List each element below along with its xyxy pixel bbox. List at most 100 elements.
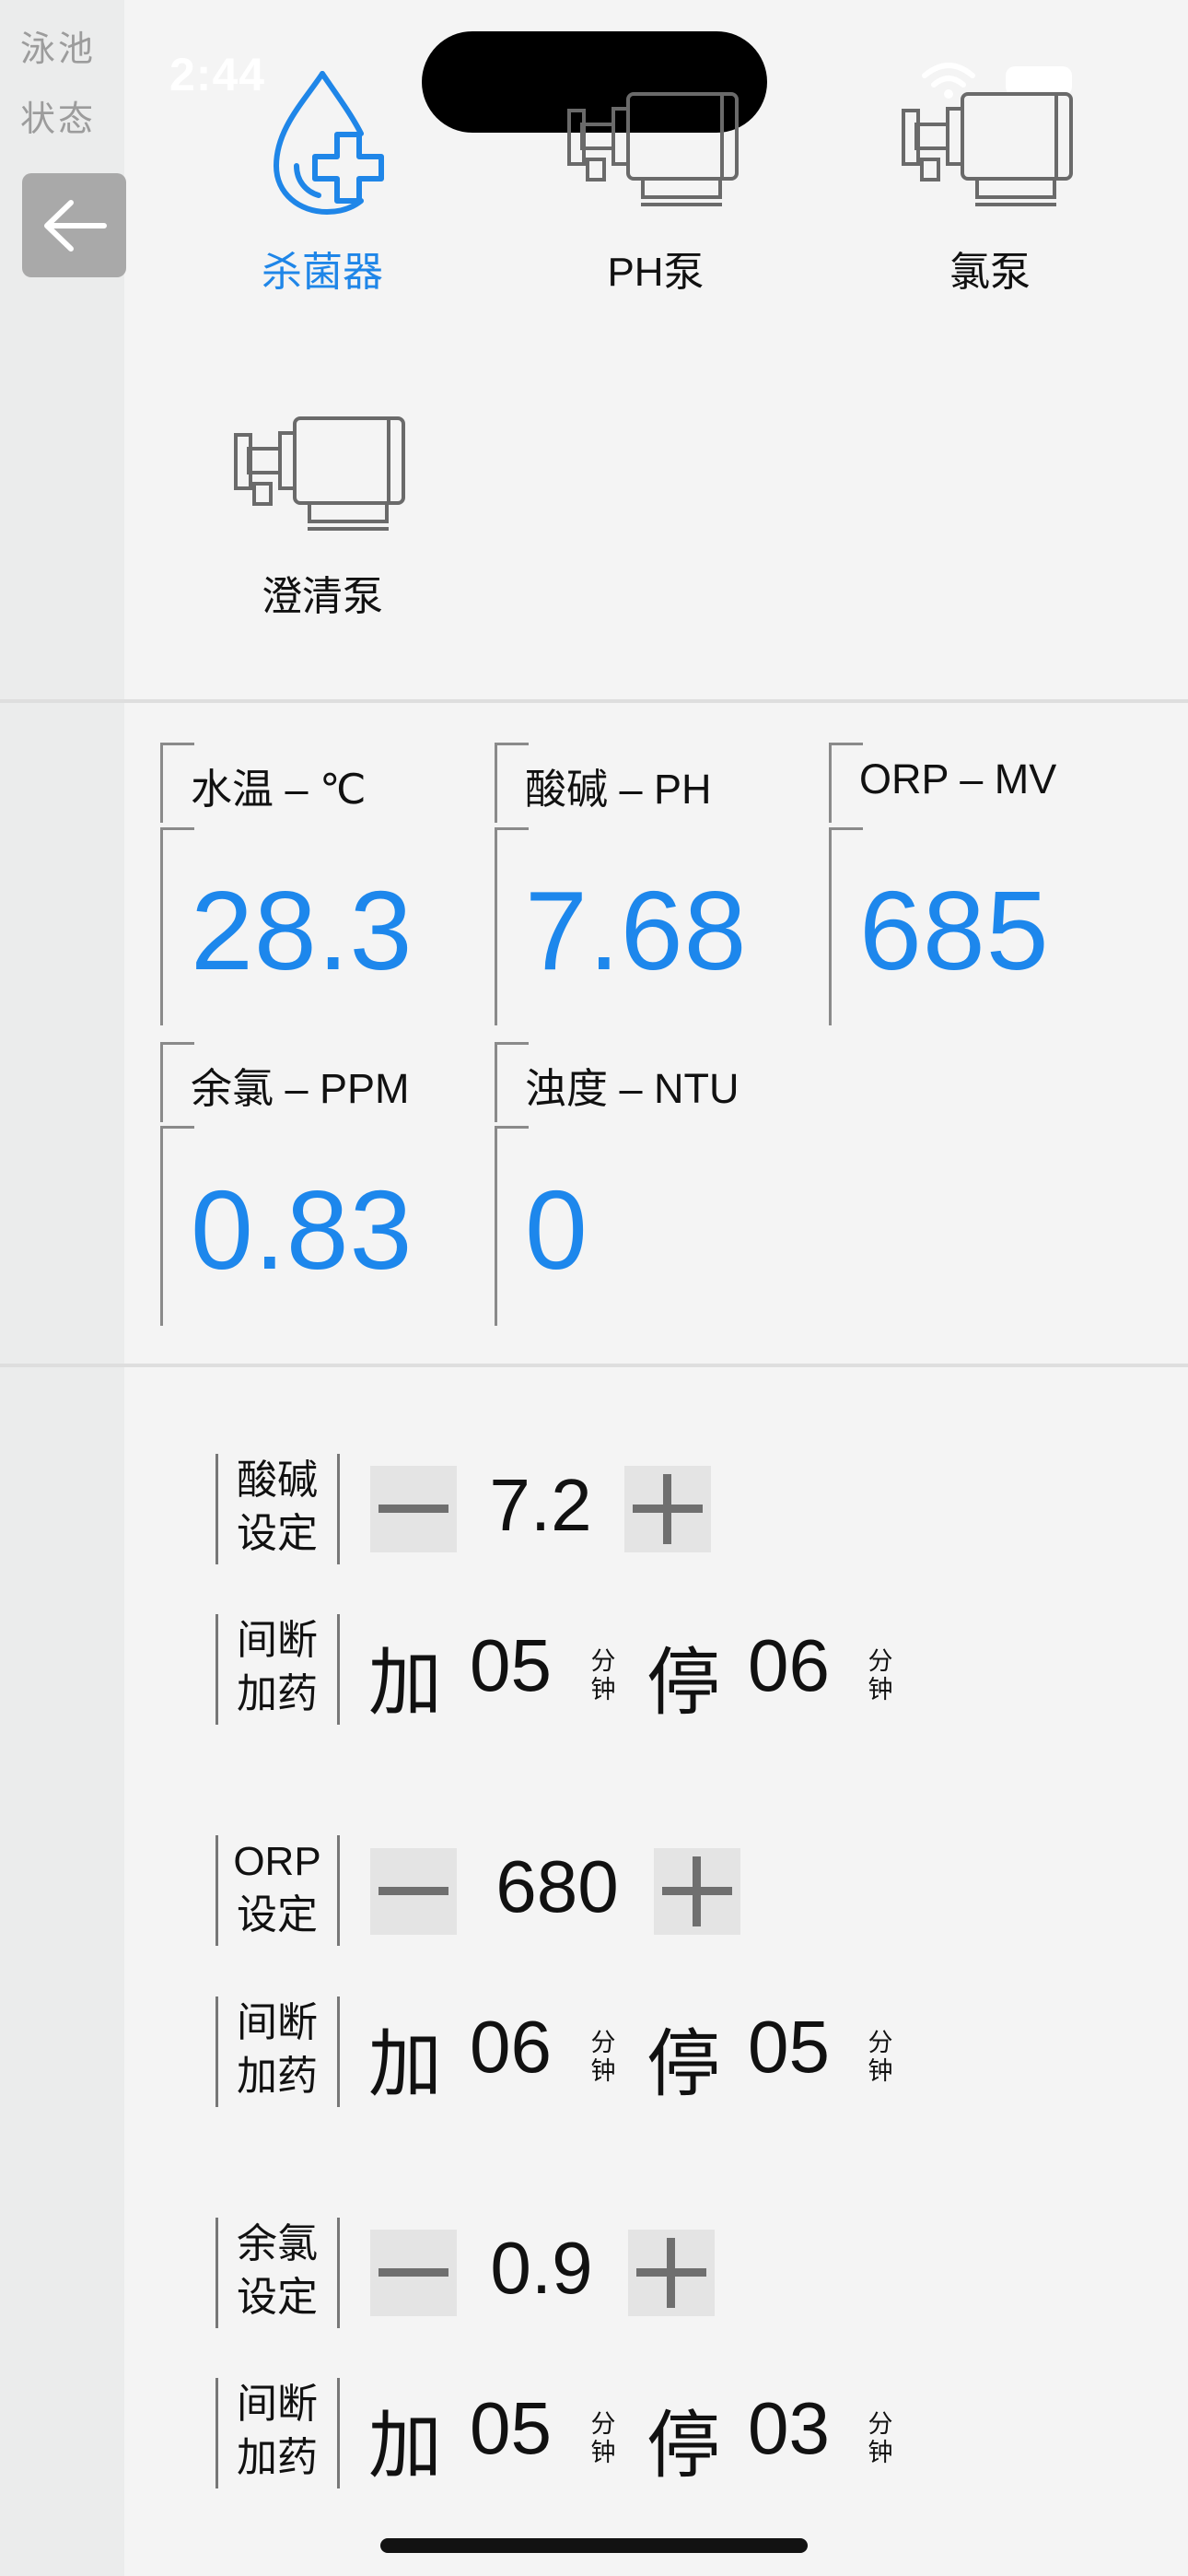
chlorine-setpoint-value: 0.9 — [490, 2227, 593, 2309]
minutes-unit: 分钟 — [590, 2029, 616, 2085]
interval-label-line1: 间断 — [237, 1618, 318, 1663]
device-sterilizer[interactable]: 杀菌器 — [175, 64, 470, 298]
rail-label-pool: 泳池 — [20, 30, 97, 69]
device-label-sterilizer: 杀菌器 — [262, 250, 383, 295]
label-bar — [215, 2218, 218, 2328]
device-label-ph-pump: PH泵 — [607, 250, 705, 295]
label-bar — [215, 1835, 218, 1946]
device-chlorine-pump[interactable]: 氯泵 — [843, 74, 1137, 298]
home-indicator[interactable] — [380, 2538, 808, 2553]
orp-setpoint-value: 680 — [495, 1845, 619, 1927]
label-bar — [215, 1614, 218, 1725]
reading-frame — [495, 827, 529, 1025]
stop-label: 停 — [646, 2405, 720, 2487]
setting-label-line2: 设定 — [237, 1892, 318, 1938]
setting-label-line2: 设定 — [237, 1511, 318, 1556]
interval-label-line2: 加药 — [237, 2435, 318, 2480]
device-ph-pump[interactable]: PH泵 — [508, 74, 803, 298]
minutes-unit: 分钟 — [868, 2029, 893, 2085]
minus-icon — [379, 1505, 448, 1513]
label-bar — [337, 2378, 340, 2488]
reading-value-ph: 7.68 — [525, 868, 748, 993]
reading-frame — [160, 1042, 194, 1122]
reading-frame — [495, 1042, 529, 1122]
plus-icon — [636, 2238, 706, 2308]
reading-title-temperature: 水温 – ℃ — [191, 766, 367, 813]
minus-icon — [379, 1887, 448, 1895]
add-minutes-value[interactable]: 06 — [470, 2005, 552, 2090]
label-bar — [337, 1996, 340, 2107]
reading-title-ph: 酸碱 – PH — [525, 766, 712, 813]
stop-minutes-value[interactable]: 06 — [748, 1623, 830, 1708]
minutes-unit: 分钟 — [590, 1647, 616, 1704]
pump-icon — [567, 92, 739, 206]
decrement-ph-button[interactable] — [370, 1466, 457, 1552]
setting-label-line1: ORP — [233, 1839, 321, 1884]
back-button[interactable] — [22, 173, 126, 277]
section-divider — [0, 699, 1188, 703]
interval-label-chlorine: 间断 加药 — [223, 2378, 332, 2485]
stop-label: 停 — [646, 1642, 720, 1724]
reading-value-temperature: 28.3 — [191, 868, 413, 993]
label-bar — [337, 1614, 340, 1725]
add-label: 加 — [368, 1642, 442, 1724]
minutes-unit: 分钟 — [590, 2410, 616, 2466]
reading-frame — [829, 827, 863, 1025]
interval-label-ph: 间断 加药 — [223, 1614, 332, 1721]
interval-label-line1: 间断 — [237, 2382, 318, 2427]
reading-frame — [495, 1126, 529, 1326]
device-clarifier-pump[interactable]: 澄清泵 — [175, 398, 470, 622]
section-divider — [0, 1364, 1188, 1367]
add-label: 加 — [368, 2023, 442, 2105]
reading-frame — [495, 743, 529, 823]
ph-setpoint-value: 7.2 — [489, 1464, 592, 1546]
increment-orp-button[interactable] — [654, 1848, 740, 1935]
label-bar — [215, 1996, 218, 2107]
reading-title-orp: ORP – MV — [859, 755, 1057, 802]
minus-icon — [379, 2268, 448, 2277]
add-minutes-value[interactable]: 05 — [470, 1623, 552, 1708]
label-bar — [215, 1454, 218, 1564]
plus-icon — [633, 1474, 703, 1544]
increment-chlorine-button[interactable] — [628, 2230, 715, 2316]
stop-label: 停 — [646, 2023, 720, 2105]
minutes-unit: 分钟 — [868, 1647, 893, 1704]
interval-label-orp: 间断 加药 — [223, 1996, 332, 2103]
reading-frame — [829, 743, 863, 823]
decrement-chlorine-button[interactable] — [370, 2230, 457, 2316]
reading-value-chlorine: 0.83 — [191, 1167, 413, 1293]
setting-label-line1: 余氯 — [237, 2221, 318, 2266]
setting-label-chlorine: 余氯 设定 — [223, 2218, 332, 2324]
minutes-unit: 分钟 — [868, 2410, 893, 2466]
rail-label-status: 状态 — [20, 100, 97, 139]
reading-value-orp: 685 — [859, 868, 1050, 993]
increment-ph-button[interactable] — [624, 1466, 711, 1552]
reading-title-chlorine: 余氯 – PPM — [191, 1065, 410, 1112]
arrow-left-icon — [43, 199, 107, 252]
interval-label-line2: 加药 — [237, 1671, 318, 1716]
device-label-chlorine-pump: 氯泵 — [949, 250, 1031, 295]
setting-label-ph: 酸碱 设定 — [223, 1454, 332, 1561]
decrement-orp-button[interactable] — [370, 1848, 457, 1935]
label-bar — [215, 2378, 218, 2488]
label-bar — [337, 1835, 340, 1946]
stop-minutes-value[interactable]: 05 — [748, 2005, 830, 2090]
sterilizer-drop-plus-icon — [273, 71, 384, 216]
add-minutes-value[interactable]: 05 — [470, 2386, 552, 2471]
reading-value-turbidity: 0 — [525, 1167, 588, 1293]
label-bar — [337, 1454, 340, 1564]
label-bar — [337, 2218, 340, 2328]
pump-icon — [902, 92, 1073, 206]
setting-label-line1: 酸碱 — [237, 1458, 318, 1503]
setting-label-line2: 设定 — [237, 2275, 318, 2320]
reading-title-turbidity: 浊度 – NTU — [525, 1065, 740, 1112]
plus-icon — [662, 1856, 732, 1926]
setting-label-orp: ORP 设定 — [223, 1835, 332, 1942]
add-label: 加 — [368, 2405, 442, 2487]
reading-frame — [160, 743, 194, 823]
interval-label-line1: 间断 — [237, 2000, 318, 2045]
reading-frame — [160, 1126, 194, 1326]
pump-icon — [234, 416, 405, 531]
stop-minutes-value[interactable]: 03 — [748, 2386, 830, 2471]
reading-frame — [160, 827, 194, 1025]
